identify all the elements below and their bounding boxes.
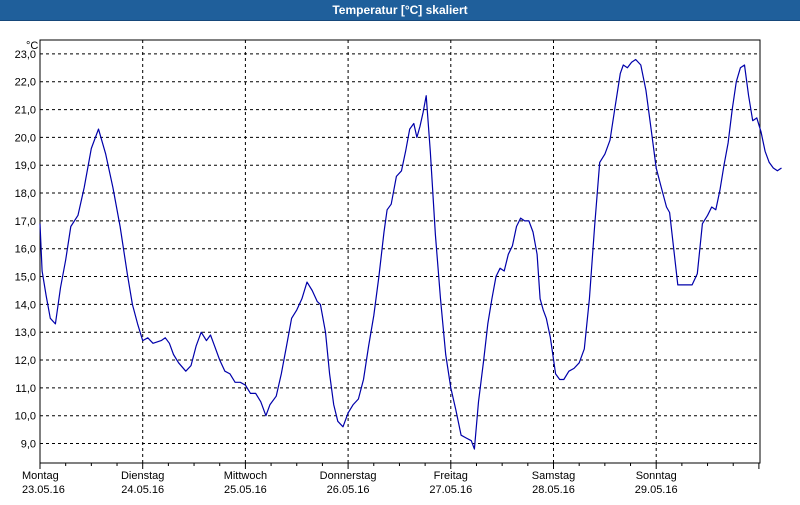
x-tick-day: Dienstag [121, 470, 164, 482]
y-tick-label: 12,0 [15, 355, 36, 367]
x-tick-day: Montag [22, 470, 59, 482]
plot-frame [39, 39, 761, 464]
temperature-chart: 23,022,021,020,019,018,017,016,015,014,0… [15, 39, 782, 496]
x-tick-date: 29.05.16 [635, 484, 678, 496]
chart-title: Temperatur [°C] skaliert [0, 0, 800, 21]
x-tick-day: Samstag [532, 470, 575, 482]
y-axis-ticks: 23,022,021,020,019,018,017,016,015,014,0… [15, 49, 36, 451]
series [39, 58, 782, 450]
x-tick-date: 28.05.16 [532, 484, 575, 496]
y-tick-label: 16,0 [15, 244, 36, 256]
temperature-series-line [39, 58, 782, 450]
x-tick-day: Sonntag [636, 470, 677, 482]
x-tick-day: Donnerstag [320, 470, 377, 482]
y-tick-label: 20,0 [15, 132, 36, 144]
y-tick-label: 10,0 [15, 411, 36, 423]
y-tick-label: 13,0 [15, 327, 36, 339]
x-tick-date: 24.05.16 [121, 484, 164, 496]
y-tick-label: 15,0 [15, 272, 36, 284]
y-tick-label: 21,0 [15, 105, 36, 117]
y-tick-label: 18,0 [15, 188, 36, 200]
grid [39, 40, 760, 469]
x-tick-date: 26.05.16 [327, 484, 370, 496]
chart-area: 23,0 22,0 21,0 20,0 19,0 18,0 17,0 16,0 15,0 14,0… [0, 21, 800, 500]
y-axis-unit-label: °C [26, 40, 38, 52]
y-tick-label: 14,0 [15, 299, 36, 311]
y-tick-label: 11,0 [15, 383, 36, 395]
y-tick-label: 22,0 [15, 77, 36, 89]
x-tick-date: 25.05.16 [224, 484, 267, 496]
x-tick-day: Freitag [434, 470, 468, 482]
y-tick-label: 17,0 [15, 216, 36, 228]
x-axis-ticks: Montag 23.05.16 Dienstag 24.05.16 Mittwoch 25… [22, 470, 678, 496]
y-tick-label: 9,0 [21, 439, 36, 451]
x-tick-day: Mittwoch [224, 470, 267, 482]
y-tick-label: 19,0 [15, 160, 36, 172]
x-tick-date: 23.05.16 [22, 484, 65, 496]
x-tick-date: 27.05.16 [429, 484, 472, 496]
